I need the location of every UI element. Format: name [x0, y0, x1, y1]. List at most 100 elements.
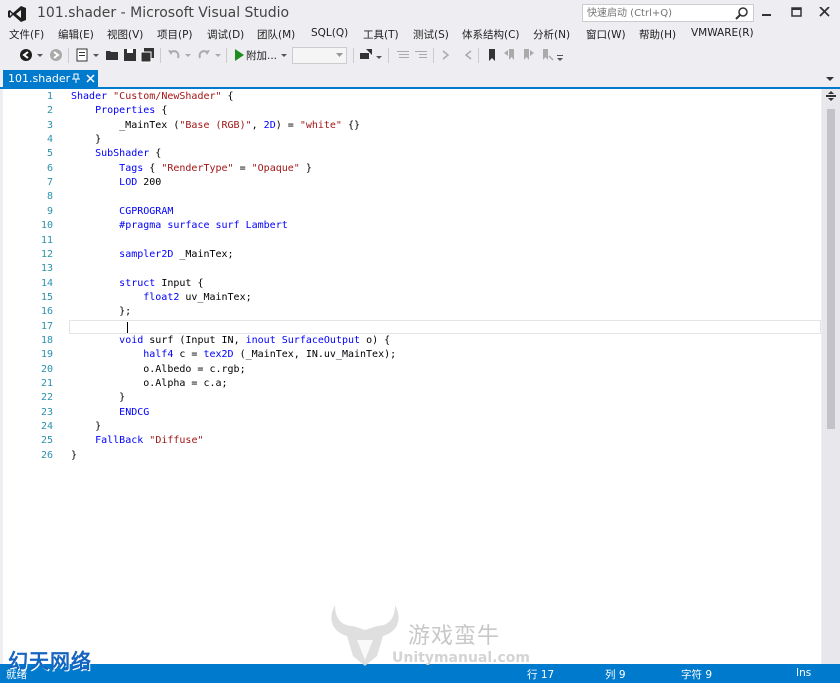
code-editor[interactable]: 1 2 3 4 5 6 7 8 9 10 11 12 13 14 15 16 17 18 19 20 21 22 23 24 2… — [3, 89, 821, 664]
split-window-icon[interactable] — [826, 91, 836, 101]
quick-launch-input[interactable] — [583, 5, 733, 21]
search-icon[interactable] — [735, 6, 749, 20]
new-project-icon[interactable] — [74, 47, 90, 63]
chevron-down-icon[interactable] — [92, 47, 100, 63]
code-line[interactable]: LOD 200 — [71, 177, 161, 188]
chevron-down-icon[interactable] — [375, 47, 383, 63]
navigate-back-icon[interactable] — [18, 47, 34, 63]
redo-icon[interactable] — [196, 47, 212, 63]
code-text: surf (Input IN, — [143, 334, 246, 346]
menu-help[interactable]: 帮助(H) — [639, 27, 676, 42]
code-line[interactable]: half4 c = tex2D (_MainTex, IN.uv_MainTex… — [71, 349, 396, 360]
code-line[interactable]: #pragma surface surf Lambert — [71, 220, 288, 231]
menu-analyze[interactable]: 分析(N) — [533, 27, 570, 42]
close-window-button[interactable] — [810, 2, 840, 22]
toolbar-overflow-icon[interactable] — [556, 47, 564, 63]
save-icon[interactable] — [122, 47, 138, 63]
chevron-down-icon[interactable] — [36, 47, 44, 63]
code-line[interactable]: o.Albedo = c.rgb; — [71, 363, 246, 375]
code-keyword: half4 — [143, 349, 174, 361]
code-text: o) { — [360, 334, 391, 346]
line-number: 21 — [40, 378, 53, 389]
chevron-down-icon[interactable] — [184, 47, 192, 63]
tab-list-dropdown-icon[interactable] — [825, 74, 835, 84]
menu-file[interactable]: 文件(F) — [9, 27, 44, 42]
line-number: 10 — [40, 220, 53, 232]
menu-architecture[interactable]: 体系结构(C) — [462, 27, 520, 42]
menu-project[interactable]: 项目(P) — [157, 27, 193, 42]
code-line[interactable]: CGPROGRAM — [71, 206, 173, 217]
start-debug-icon[interactable] — [231, 47, 247, 63]
code-line[interactable]: }; — [71, 306, 131, 317]
menu-tools[interactable]: 工具(T) — [363, 27, 399, 42]
navigate-forward-icon[interactable] — [48, 47, 64, 63]
previous-bookmark-icon[interactable] — [502, 47, 518, 63]
code-line[interactable]: Properties { — [71, 105, 167, 116]
attach-button[interactable]: 附加... — [246, 48, 277, 63]
menu-edit[interactable]: 编辑(E) — [58, 27, 94, 42]
code-area[interactable]: Shader "Custom/NewShader" { Properties {… — [71, 89, 819, 664]
line-number-gutter: 1 2 3 4 5 6 7 8 9 10 11 12 13 14 15 16 17 18 19 20 21 22 23 24 2… — [3, 89, 55, 664]
code-keyword: SurfaceOutput — [281, 334, 361, 346]
pin-icon[interactable] — [70, 73, 81, 84]
code-line[interactable]: SubShader { — [71, 148, 161, 159]
scrollbar-thumb[interactable] — [827, 109, 835, 429]
menu-debug[interactable]: 调试(D) — [207, 27, 244, 42]
code-line[interactable]: ENDCG — [71, 407, 149, 418]
chevron-down-icon[interactable] — [214, 47, 222, 63]
code-text: o.Albedo = c.rgb; — [71, 363, 246, 375]
code-text: { — [221, 91, 234, 102]
uncomment-icon[interactable] — [458, 47, 474, 63]
code-line[interactable]: Shader "Custom/NewShader" { — [71, 91, 234, 102]
code-line[interactable]: struct Input { — [71, 278, 203, 289]
code-line[interactable]: } — [71, 392, 125, 403]
tab-101-shader[interactable]: 101.shader — [3, 70, 98, 88]
menu-vmware[interactable]: VMWARE(R) — [691, 27, 754, 39]
code-line[interactable]: } — [71, 450, 77, 461]
toolbar-separator — [160, 48, 161, 63]
line-number: 8 — [46, 191, 53, 203]
line-number: 7 — [46, 177, 53, 189]
maximize-button[interactable] — [782, 2, 812, 22]
chevron-down-icon[interactable] — [280, 47, 288, 63]
code-keyword: float2 — [143, 291, 180, 303]
code-line[interactable]: sampler2D _MainTex; — [71, 249, 233, 260]
menu-test[interactable]: 测试(S) — [413, 27, 449, 42]
attach-target-combo[interactable] — [292, 47, 347, 64]
menu-team[interactable]: 团队(M) — [257, 27, 295, 42]
next-bookmark-icon[interactable] — [520, 47, 536, 63]
open-file-icon[interactable] — [104, 47, 120, 63]
line-number: 26 — [40, 449, 53, 461]
menu-sql[interactable]: SQL(Q) — [311, 27, 348, 39]
save-all-icon[interactable] — [140, 47, 156, 63]
decrease-indent-icon[interactable] — [413, 47, 429, 63]
status-bar: 就绪 行 17 列 9 字符 9 Ins — [0, 664, 840, 683]
code-keyword: #pragma surface surf Lambert — [119, 220, 288, 232]
code-line[interactable]: FallBack "Diffuse" — [71, 435, 203, 446]
menu-view[interactable]: 视图(V) — [107, 27, 143, 42]
code-line[interactable]: void surf (Input IN, inout SurfaceOutput… — [71, 335, 390, 346]
vertical-scrollbar[interactable] — [822, 89, 840, 664]
line-number: 3 — [46, 119, 53, 131]
minimize-button[interactable] — [752, 2, 782, 22]
code-line[interactable]: o.Alpha = c.a; — [71, 378, 227, 389]
code-line[interactable]: } — [71, 421, 101, 432]
code-line[interactable]: _MainTex ("Base (RGB)", 2D) = "white" {} — [71, 120, 360, 131]
undo-icon[interactable] — [166, 47, 182, 63]
code-line[interactable]: Tags { "RenderType" = "Opaque" } — [71, 163, 312, 174]
code-line[interactable]: float2 uv_MainTex; — [71, 291, 251, 303]
code-text: { — [143, 162, 162, 174]
menu-window[interactable]: 窗口(W) — [586, 27, 626, 42]
find-in-files-icon[interactable] — [358, 47, 374, 63]
format-selection-icon[interactable] — [395, 47, 411, 63]
comment-out-icon[interactable] — [440, 47, 456, 63]
bookmark-icon[interactable] — [484, 47, 500, 63]
code-line[interactable]: } — [71, 134, 101, 145]
code-text: } — [299, 162, 312, 174]
code-keyword: 2D — [263, 119, 276, 131]
clear-bookmarks-icon[interactable] — [538, 47, 554, 63]
close-tab-icon[interactable] — [85, 73, 96, 84]
quick-launch[interactable] — [582, 4, 754, 22]
